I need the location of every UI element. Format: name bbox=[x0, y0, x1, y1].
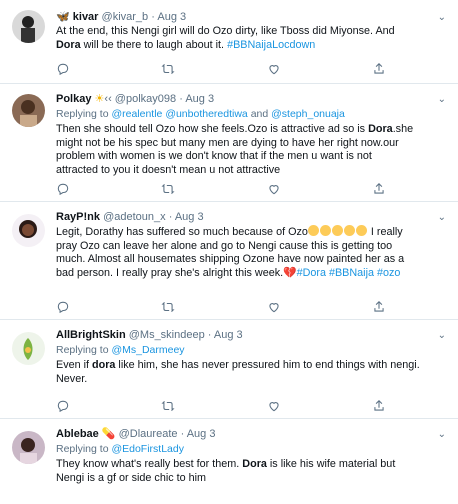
tweet-text: Even if dora like him, she has never pre… bbox=[56, 359, 420, 385]
chevron-down-icon[interactable]: ⌄ bbox=[438, 10, 446, 25]
hashtags[interactable]: #Dora #BBNaija #ozo bbox=[297, 267, 401, 279]
timestamp[interactable]: Aug 3 bbox=[175, 211, 204, 223]
tweet-header: Polkay ☀‹‹ @polkay098 · Aug 3 ⌄ bbox=[56, 92, 446, 107]
chevron-down-icon[interactable]: ⌄ bbox=[438, 328, 446, 343]
retweet-icon[interactable] bbox=[161, 182, 175, 196]
handle[interactable]: @polkay098 bbox=[115, 93, 176, 105]
crying-face-icon bbox=[307, 225, 368, 238]
like-icon[interactable] bbox=[267, 62, 281, 76]
handle[interactable]: @adetoun_x bbox=[103, 211, 166, 223]
broken-heart-icon: 💔 bbox=[283, 266, 297, 279]
display-name[interactable]: Ablebae bbox=[56, 428, 99, 440]
replying-to: Replying to @realentle @unbotheredtiwa a… bbox=[56, 108, 345, 120]
timestamp[interactable]: Aug 3 bbox=[185, 93, 214, 105]
tweet-header: RayP!nk @adetoun_x · Aug 3 ⌄ bbox=[56, 210, 446, 225]
tweet-actions bbox=[56, 62, 386, 76]
chevron-down-icon[interactable]: ⌄ bbox=[438, 92, 446, 107]
tweet-text: Legit, Dorathy has suffered so much beca… bbox=[56, 225, 405, 279]
avatar[interactable] bbox=[12, 214, 45, 247]
tweet-actions bbox=[56, 300, 386, 314]
butterfly-icon: 🦋 bbox=[56, 11, 70, 23]
chevron-down-icon[interactable]: ⌄ bbox=[438, 210, 446, 225]
share-icon[interactable] bbox=[372, 300, 386, 314]
like-icon[interactable] bbox=[267, 300, 281, 314]
display-name[interactable]: AllBrightSkin bbox=[56, 329, 126, 341]
avatar[interactable] bbox=[12, 94, 45, 127]
retweet-icon[interactable] bbox=[161, 300, 175, 314]
share-icon[interactable] bbox=[372, 399, 386, 413]
tweet-actions bbox=[56, 182, 386, 196]
avatar[interactable] bbox=[12, 10, 45, 43]
tweet-header: Ablebae 💊 @Dlaureate · Aug 3 ⌄ bbox=[56, 427, 446, 442]
hashtag[interactable]: #BBNaijaLocdown bbox=[227, 39, 315, 51]
tweet-card[interactable]: 🦋 kivar @kivar_b · Aug 3 ⌄ At the end, t… bbox=[0, 0, 458, 84]
handle[interactable]: @Ms_skindeep bbox=[129, 329, 205, 341]
tweet-actions bbox=[56, 399, 386, 413]
timestamp[interactable]: Aug 3 bbox=[214, 329, 243, 341]
avatar[interactable] bbox=[12, 431, 45, 464]
chevron-down-icon[interactable]: ⌄ bbox=[438, 427, 446, 442]
avatar[interactable] bbox=[12, 332, 45, 365]
separator: · bbox=[151, 11, 155, 23]
tweet-card[interactable]: RayP!nk @adetoun_x · Aug 3 ⌄ Legit, Dora… bbox=[0, 202, 458, 320]
tweet-header: AllBrightSkin @Ms_skindeep · Aug 3 ⌄ bbox=[56, 328, 446, 343]
like-icon[interactable] bbox=[267, 182, 281, 196]
replying-to: Replying to @Ms_Darmeey bbox=[56, 344, 185, 356]
tweet-card[interactable]: Polkay ☀‹‹ @polkay098 · Aug 3 ⌄ Replying… bbox=[0, 84, 458, 202]
tweet-text: Then she should tell Ozo how she feels.O… bbox=[56, 123, 414, 176]
handle[interactable]: @Dlaureate bbox=[119, 428, 178, 440]
display-name[interactable]: RayP!nk bbox=[56, 211, 100, 223]
handle[interactable]: @kivar_b bbox=[102, 11, 149, 23]
tweet-header: 🦋 kivar @kivar_b · Aug 3 ⌄ bbox=[56, 10, 450, 25]
pill-icon: 💊 bbox=[101, 428, 116, 440]
tweet-card[interactable]: AllBrightSkin @Ms_skindeep · Aug 3 ⌄ Rep… bbox=[0, 320, 458, 419]
timestamp[interactable]: Aug 3 bbox=[187, 428, 216, 440]
reply-icon[interactable] bbox=[56, 300, 70, 314]
reply-icon[interactable] bbox=[56, 399, 70, 413]
retweet-icon[interactable] bbox=[161, 399, 175, 413]
share-icon[interactable] bbox=[372, 182, 386, 196]
timestamp[interactable]: Aug 3 bbox=[157, 11, 186, 23]
share-icon[interactable] bbox=[372, 62, 386, 76]
tweet-text: They know what's really best for them. D… bbox=[56, 458, 396, 484]
tweet-text: At the end, this Nengi girl will do Ozo … bbox=[56, 25, 395, 51]
reply-icon[interactable] bbox=[56, 62, 70, 76]
retweet-icon[interactable] bbox=[161, 62, 175, 76]
display-name[interactable]: kivar bbox=[73, 11, 99, 23]
display-name[interactable]: Polkay bbox=[56, 93, 91, 105]
replying-to: Replying to @EdoFirstLady bbox=[56, 443, 184, 455]
tweet-card[interactable]: Ablebae 💊 @Dlaureate · Aug 3 ⌄ Replying … bbox=[0, 419, 458, 504]
like-icon[interactable] bbox=[267, 399, 281, 413]
reply-icon[interactable] bbox=[56, 182, 70, 196]
sun-icon: ☀ bbox=[94, 93, 105, 105]
